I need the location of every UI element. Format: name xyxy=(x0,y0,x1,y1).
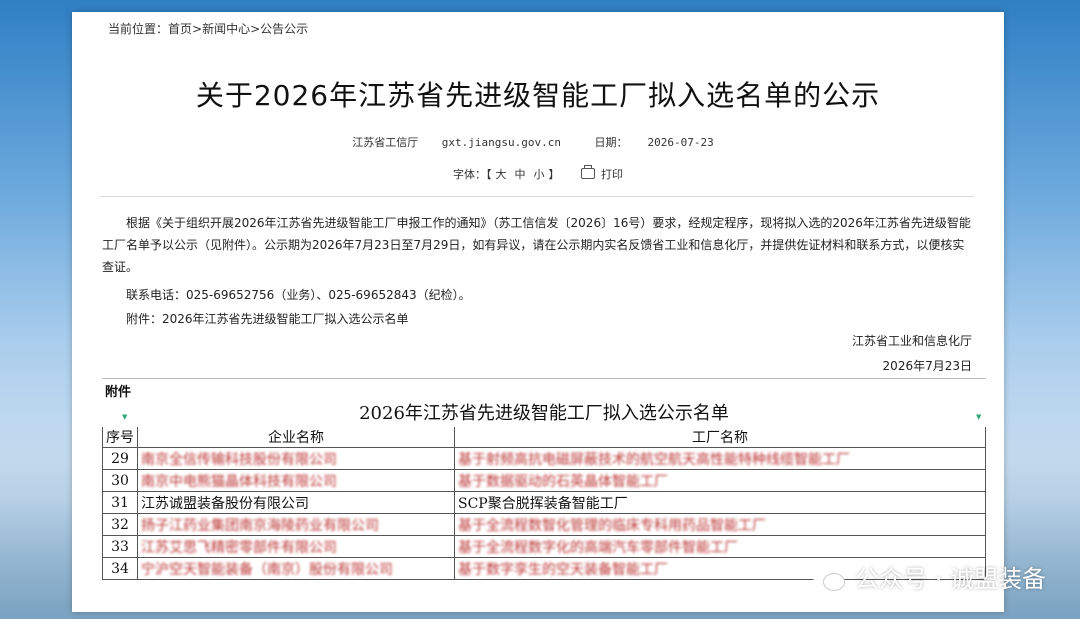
row-factory: 基于全流程数智化管理的临床专科用药品智能工厂 xyxy=(454,513,986,536)
signature: 江苏省工业和信息化厅 xyxy=(851,334,972,348)
row-no: 30 xyxy=(102,469,138,492)
print-button[interactable]: 打印 xyxy=(581,165,623,181)
row-company: 江苏诚盟装备股份有限公司 xyxy=(137,491,455,514)
breadcrumb-separator: > xyxy=(192,22,203,36)
font-size-label: 字体：【 xyxy=(453,168,492,181)
breadcrumb-label: 当前位置： xyxy=(108,22,169,36)
article-date: 日期： 2026-07-23 xyxy=(584,136,723,149)
font-medium-button[interactable]: 中 xyxy=(515,168,526,181)
paragraph-notice: 根据《关于组织开展2026年江苏省先进级智能工厂申报工作的通知》（苏工信信发〔2… xyxy=(102,216,971,274)
article-site: gxt.jiangsu.gov.cn xyxy=(441,136,561,149)
row-no: 34 xyxy=(102,557,138,580)
row-factory: 基于全流程数字化的高端汽车零部件智能工厂 xyxy=(454,535,986,558)
page-title: 关于2026年江苏省先进级智能工厂拟入选名单的公示 xyxy=(195,79,881,112)
row-no: 32 xyxy=(102,513,138,536)
table-row: 32 扬子江药业集团南京海陵药业有限公司 基于全流程数智化管理的临床专科用药品智… xyxy=(102,513,986,536)
header-company: 企业名称 xyxy=(137,427,455,448)
wechat-icon xyxy=(811,563,846,591)
attachment-table: 序号 企业名称 工厂名称 29 南京全信传输科技股份有限公司 基于射频高抗电磁屏… xyxy=(102,427,986,580)
font-size-controls: 字体：【大中小】 打印 xyxy=(72,165,1004,182)
table-header-row: 序号 企业名称 工厂名称 xyxy=(102,427,986,448)
attachment-title: 2026年江苏省先进级智能工厂拟入选公示名单 xyxy=(359,403,729,424)
paragraph-contact: 联系电话：025-69652756（业务）、025-69652843（纪检）。 xyxy=(126,288,471,302)
header-no: 序号 xyxy=(102,427,138,448)
row-factory: SCP聚合脱挥装备智能工厂 xyxy=(454,491,986,514)
article-meta: 江苏省工信厅 gxt.jiangsu.gov.cn 日期： 2026-07-23 xyxy=(72,134,1004,150)
row-no: 29 xyxy=(102,447,138,470)
breadcrumb-news-link[interactable]: 新闻中心 xyxy=(202,22,250,36)
font-large-button[interactable]: 大 xyxy=(496,168,507,181)
row-no: 31 xyxy=(102,491,138,514)
breadcrumb: 当前位置：首页>新闻中心>公告公示 xyxy=(108,20,308,37)
breadcrumb-home-link[interactable]: 首页 xyxy=(168,22,192,36)
print-label: 打印 xyxy=(601,168,623,181)
date-label: 日期： xyxy=(594,136,628,149)
row-company: 南京中电熊猫晶体科技有限公司 xyxy=(137,469,455,492)
font-size-bracket: 】 xyxy=(548,168,560,181)
article-source: 江苏省工信厅 xyxy=(352,136,419,149)
watermark: 公众号 · 诚盟装备 xyxy=(811,559,1046,594)
breadcrumb-current-link[interactable]: 公告公示 xyxy=(260,22,308,36)
row-no: 33 xyxy=(102,535,138,558)
row-company: 宁沪空天智能装备（南京）股份有限公司 xyxy=(137,557,455,580)
row-factory: 基于射频高抗电磁屏蔽技术的航空航天高性能特种线缆智能工厂 xyxy=(454,447,986,470)
table-row: 33 江苏艾思飞精密零部件有限公司 基于全流程数字化的高端汽车零部件智能工厂 xyxy=(102,535,986,558)
row-company: 江苏艾思飞精密零部件有限公司 xyxy=(137,535,455,558)
breadcrumb-separator: > xyxy=(250,22,261,36)
header-factory: 工厂名称 xyxy=(454,427,986,448)
row-company: 南京全信传输科技股份有限公司 xyxy=(137,447,455,470)
table-row: 31 江苏诚盟装备股份有限公司 SCP聚合脱挥装备智能工厂 xyxy=(102,491,986,514)
dropdown-arrow-icon: ▼ xyxy=(976,413,982,421)
row-factory: 基于数据驱动的石英晶体智能工厂 xyxy=(454,469,986,492)
table-row: 30 南京中电熊猫晶体科技有限公司 基于数据驱动的石英晶体智能工厂 xyxy=(102,469,986,492)
paragraph-attachment: 附件：2026年江苏省先进级智能工厂拟入选公示名单 xyxy=(126,312,409,326)
watermark-text: 公众号 · 诚盟装备 xyxy=(855,565,1046,593)
font-small-button[interactable]: 小 xyxy=(534,168,545,181)
signature-date: 2026年7月23日 xyxy=(882,359,972,373)
date-value: 2026-07-23 xyxy=(647,136,714,149)
printer-icon xyxy=(581,165,595,179)
attachment-label: 附件 xyxy=(105,385,132,400)
article-panel: 当前位置：首页>新闻中心>公告公示 关于2026年江苏省先进级智能工厂拟入选名单… xyxy=(72,12,1004,612)
divider xyxy=(100,196,974,197)
row-company: 扬子江药业集团南京海陵药业有限公司 xyxy=(137,513,455,536)
table-row: 29 南京全信传输科技股份有限公司 基于射频高抗电磁屏蔽技术的航空航天高性能特种… xyxy=(102,447,986,470)
dropdown-arrow-icon: ▼ xyxy=(122,413,128,421)
